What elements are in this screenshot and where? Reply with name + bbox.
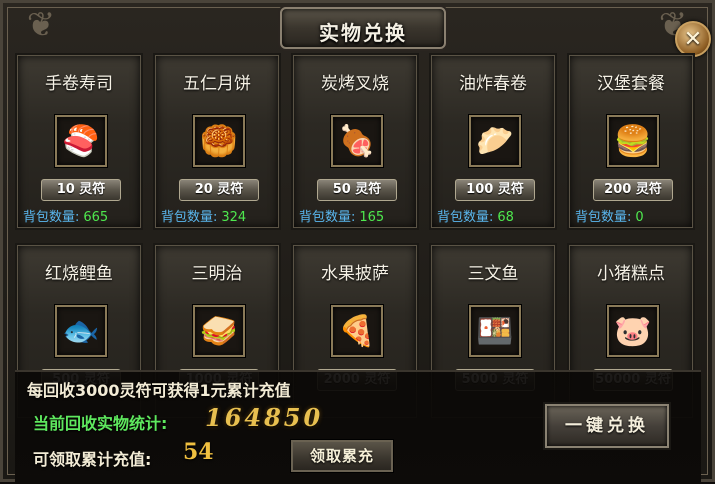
bag-count-value: 324 (221, 210, 247, 225)
bag-count-row: 背包数量: 665 (23, 206, 108, 225)
item-name: 手卷寿司 (45, 74, 113, 94)
bag-count-row: 背包数量: 0 (575, 206, 644, 225)
claim-recharge-button[interactable]: 领取累充 (291, 440, 393, 472)
bbq-pork-icon[interactable]: 🍖 (331, 115, 383, 167)
claimable-recharge-label: 可领取累计充值: (33, 450, 152, 469)
exchange-tip: 每回收3000灵符可获得1元累计充值 (27, 381, 291, 400)
bag-count-value: 665 (83, 210, 109, 225)
window-title: 实物兑换 (319, 21, 407, 45)
item-name: 小猪糕点 (597, 264, 665, 284)
braised-carp-icon[interactable]: 🐟 (55, 305, 107, 357)
exchange-price-button[interactable]: 200 灵符 (593, 179, 673, 201)
title-plate: 实物兑换 (280, 7, 446, 49)
dragon-ornament-left-icon: ❦ (26, 5, 56, 45)
item-card: 炭烤叉烧 🍖 50 灵符背包数量: 165 (291, 53, 419, 230)
footer-panel: 每回收3000灵符可获得1元累计充值 当前回收实物统计: 164850 可领取累… (15, 370, 701, 484)
bag-count-label: 背包数量: (575, 210, 632, 225)
bag-count-value: 165 (359, 210, 385, 225)
item-card: 五仁月饼 🥮 20 灵符背包数量: 324 (153, 53, 281, 230)
sushi-icon[interactable]: 🍣 (55, 115, 107, 167)
exchange-price-button[interactable]: 100 灵符 (455, 179, 535, 201)
item-name: 炭烤叉烧 (321, 74, 389, 94)
one-key-exchange-button[interactable]: 一键兑换 (545, 404, 669, 448)
item-card: 汉堡套餐 🍔 200 灵符背包数量: 0 (567, 53, 695, 230)
recycle-stat-value: 164850 (205, 403, 324, 432)
item-name: 红烧鲤鱼 (45, 264, 113, 284)
item-name: 水果披萨 (321, 264, 389, 284)
exchange-price-button[interactable]: 20 灵符 (179, 179, 259, 201)
spring-roll-icon[interactable]: 🥟 (469, 115, 521, 167)
mooncake-icon[interactable]: 🥮 (193, 115, 245, 167)
item-name: 三明治 (191, 264, 243, 284)
bag-count-label: 背包数量: (23, 210, 80, 225)
bag-count-label: 背包数量: (161, 210, 218, 225)
item-name: 油炸春卷 (459, 74, 527, 94)
bag-count-value: 0 (635, 210, 644, 225)
recycle-stat-label: 当前回收实物统计: (33, 414, 168, 433)
item-name: 五仁月饼 (183, 74, 251, 94)
close-button[interactable]: ✕ (675, 21, 711, 57)
bag-count-value: 68 (497, 210, 514, 225)
sandwich-icon[interactable]: 🥪 (193, 305, 245, 357)
bag-count-row: 背包数量: 68 (437, 206, 514, 225)
item-name: 三文鱼 (467, 264, 519, 284)
bag-count-row: 背包数量: 324 (161, 206, 246, 225)
burger-meal-icon[interactable]: 🍔 (607, 115, 659, 167)
fruit-pizza-icon[interactable]: 🍕 (331, 305, 383, 357)
item-name: 汉堡套餐 (597, 74, 665, 94)
piglet-pastry-icon[interactable]: 🐷 (607, 305, 659, 357)
exchange-window: ❦ ❦ 实物兑换 ✕ 手卷寿司 🍣 10 灵符 背包数量: 665 五仁月饼 🥮 20 灵符背… (0, 0, 715, 484)
exchange-price-button[interactable]: 10 灵符 (41, 179, 121, 201)
claimable-recharge-value: 54 (183, 439, 214, 465)
item-card: 手卷寿司 🍣 10 灵符背包数量: 665 (15, 53, 143, 230)
item-card: 油炸春卷 🥟 100 灵符背包数量: 68 (429, 53, 557, 230)
bag-count-label: 背包数量: (437, 210, 494, 225)
bag-count-label: 背包数量: (299, 210, 356, 225)
salmon-icon[interactable]: 🍱 (469, 305, 521, 357)
bag-count-row: 背包数量: 165 (299, 206, 384, 225)
exchange-price-button[interactable]: 50 灵符 (317, 179, 397, 201)
close-icon: ✕ (683, 26, 703, 52)
